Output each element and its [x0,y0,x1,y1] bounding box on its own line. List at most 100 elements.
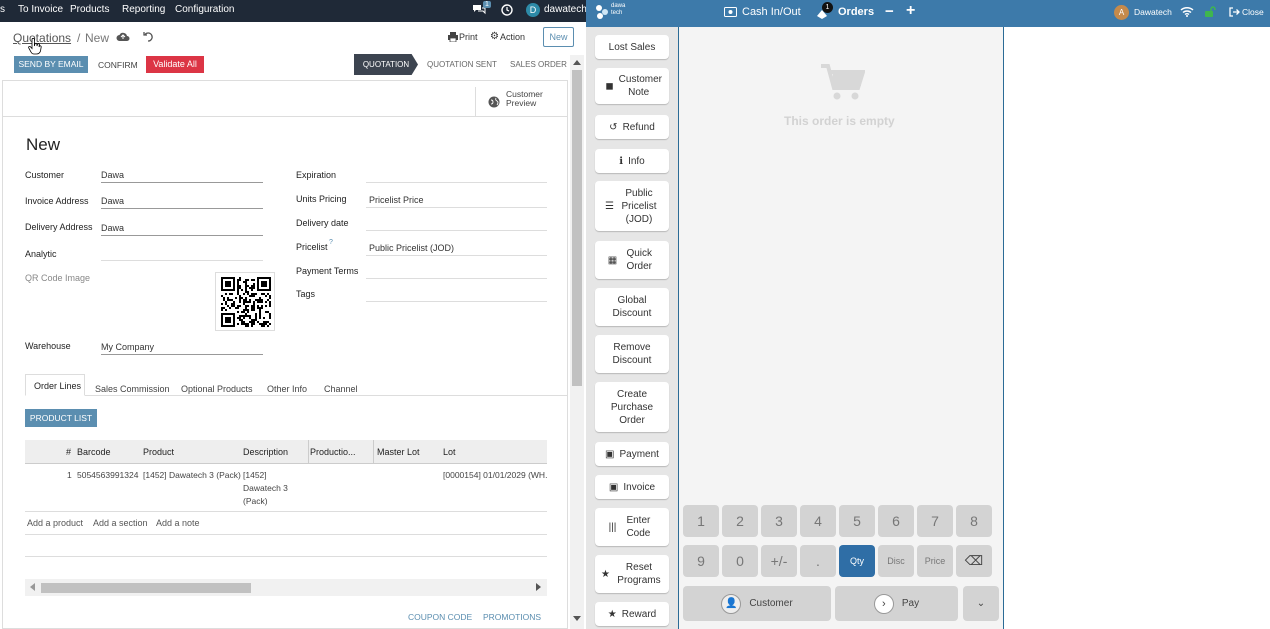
payment-terms-field[interactable] [366,266,547,279]
action-button[interactable]: Action [500,32,525,42]
numpad-key-5[interactable]: 5 [839,505,875,537]
col-barcode[interactable]: Barcode [77,447,111,457]
status-quotation-sent[interactable]: QUOTATION SENT [427,60,497,69]
pricelist-field[interactable]: Public Pricelist (JOD) [366,243,547,256]
numpad-disc-button[interactable]: Disc [878,545,914,577]
lost-sales-button[interactable]: Lost Sales [595,35,669,59]
cashier-avatar[interactable]: A [1114,5,1129,20]
validate-all-button[interactable]: Validate All [146,56,204,73]
invoice-button[interactable]: ▣ Invoice [595,475,669,499]
tab-channel[interactable]: Channel [324,384,358,394]
pricelist-help-icon[interactable]: ? [329,239,333,246]
add-section-link[interactable]: Add a section [93,518,148,528]
discard-icon[interactable] [142,31,154,46]
cashier-name[interactable]: Dawatech [1134,7,1172,17]
warehouse-field[interactable]: My Company [101,342,263,355]
backspace-icon[interactable]: ⌫ [956,545,992,577]
save-cloud-icon[interactable] [116,31,130,45]
delivery-date-field[interactable] [366,218,547,231]
clock-icon[interactable] [501,4,513,19]
add-product-link[interactable]: Add a product [27,518,83,528]
user-avatar[interactable]: D [526,3,540,17]
customer-field[interactable]: Dawa [101,170,263,183]
add-order-button[interactable]: + [906,2,915,20]
numpad-key-7[interactable]: 7 [917,505,953,537]
menu-item-products[interactable]: Products [70,4,109,15]
send-by-email-button[interactable]: SEND BY EMAIL [14,56,88,73]
print-icon[interactable] [448,32,458,45]
status-quotation[interactable]: QUOTATION [354,54,418,75]
col-production[interactable]: Productio... [310,447,356,457]
customer-note-button[interactable]: ◼ Customer Note [595,68,669,104]
breadcrumb-quotations[interactable]: Quotations [13,31,71,45]
numpad-key-1[interactable]: 1 [683,505,719,537]
unlock-icon[interactable] [1204,6,1216,21]
numpad-key-plus-minus[interactable]: +/- [761,545,797,577]
pricelist-button[interactable]: ☰ Public Pricelist (JOD) [595,181,669,231]
scroll-thumb[interactable] [572,70,582,386]
qr-code-image[interactable] [215,272,275,331]
numpad-key-9[interactable]: 9 [683,545,719,577]
new-button[interactable]: New [543,27,574,47]
menu-item-cut[interactable]: s [0,4,5,15]
menu-item-to-invoice[interactable]: To Invoice [18,4,63,15]
remove-discount-button[interactable]: Remove Discount [595,335,669,373]
create-purchase-order-button[interactable]: Create Purchase Order [595,382,669,432]
tab-order-lines[interactable]: Order Lines [25,374,85,396]
numpad-key-3[interactable]: 3 [761,505,797,537]
units-pricing-field[interactable]: Pricelist Price [366,195,547,208]
quick-order-button[interactable]: ▦ Quick Order [595,241,669,279]
gear-icon[interactable]: ⚙ [490,31,499,42]
menu-item-configuration[interactable]: Configuration [175,4,234,15]
confirm-button[interactable]: CONFIRM [98,60,138,70]
tab-optional-products[interactable]: Optional Products [181,384,253,394]
scroll-left-icon[interactable] [30,583,35,591]
numpad-price-button[interactable]: Price [917,545,953,577]
menu-item-reporting[interactable]: Reporting [122,4,165,15]
enter-code-button[interactable]: ||| Enter Code [595,508,669,546]
analytic-field[interactable] [101,248,263,261]
add-note-link[interactable]: Add a note [156,518,200,528]
scroll-right-icon[interactable] [536,583,541,591]
coupon-code-button[interactable]: COUPON CODE [408,612,472,622]
scroll-up-icon[interactable] [573,60,581,65]
customer-button[interactable]: 👤 Customer [683,586,831,621]
pay-button[interactable]: › Pay [835,586,958,621]
record-title[interactable]: New [26,135,60,155]
info-button[interactable]: ℹ Info [595,149,669,173]
remove-order-button[interactable]: − [885,3,894,20]
numpad-key-8[interactable]: 8 [956,505,992,537]
user-name[interactable]: dawatech [544,4,586,15]
product-list-button[interactable]: PRODUCT LIST [25,409,97,427]
tags-field[interactable] [366,289,547,302]
col-master-lot[interactable]: Master Lot [377,447,420,457]
reset-programs-button[interactable]: ★ Reset Programs [595,555,669,593]
numpad-key-4[interactable]: 4 [800,505,836,537]
reward-button[interactable]: ★ Reward [595,602,669,626]
tab-sales-commission[interactable]: Sales Commission [95,384,170,394]
col-description[interactable]: Description [243,447,288,457]
orders-button[interactable]: Orders [838,6,874,18]
refund-button[interactable]: ↺ Refund [595,115,669,139]
close-icon[interactable] [1229,7,1240,20]
close-button[interactable]: Close [1242,7,1264,17]
status-sales-order[interactable]: SALES ORDER [510,60,567,69]
numpad-key-decimal[interactable]: . [800,545,836,577]
expiration-field[interactable] [366,170,547,183]
col-number[interactable]: # [66,447,71,457]
delivery-address-field[interactable]: Dawa [101,223,263,236]
vertical-scrollbar[interactable] [570,55,584,629]
print-button[interactable]: Print [459,32,478,42]
numpad-key-0[interactable]: 0 [722,545,758,577]
scroll-thumb[interactable] [41,583,251,593]
invoice-address-field[interactable]: Dawa [101,196,263,209]
numpad-qty-button[interactable]: Qty [839,545,875,577]
tab-other-info[interactable]: Other Info [267,384,307,394]
numpad-key-6[interactable]: 6 [878,505,914,537]
promotions-button[interactable]: PROMOTIONS [483,612,541,622]
numpad-key-2[interactable]: 2 [722,505,758,537]
cash-in-out-button[interactable]: Cash In/Out [742,6,801,18]
global-discount-button[interactable]: Global Discount [595,288,669,326]
payment-button[interactable]: ▣ Payment [595,442,669,466]
scroll-down-icon[interactable] [573,616,581,621]
